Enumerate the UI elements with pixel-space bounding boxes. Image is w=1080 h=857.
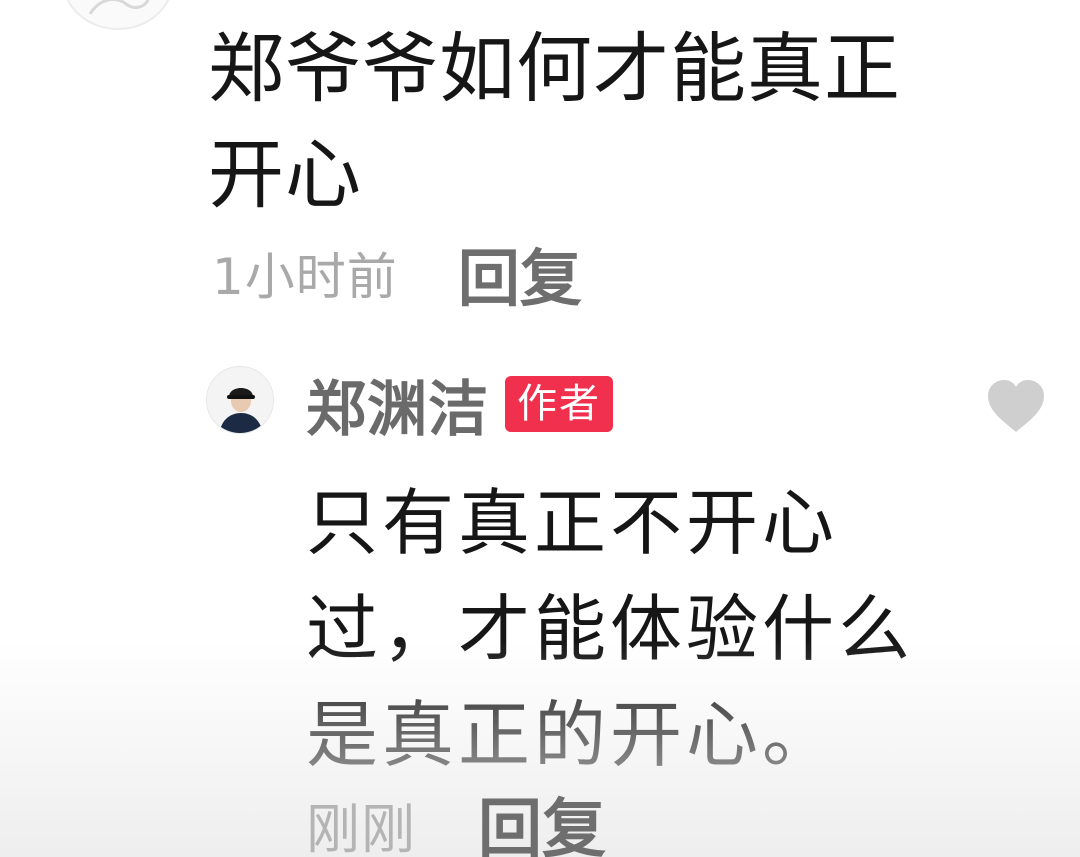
author-avatar[interactable] xyxy=(206,366,274,434)
author-avatar-icon xyxy=(207,367,273,433)
comment-meta: 1小时前 回复 xyxy=(212,238,582,315)
comment-thread: 郑爷爷如何才能真正开心 1小时前 回复 郑渊洁 作者 只有真正不开心过，才能体验… xyxy=(0,0,1080,857)
comment-text: 郑爷爷如何才能真正开心 xyxy=(208,24,901,219)
heart-icon[interactable] xyxy=(984,376,1048,436)
reply-author-row: 郑渊洁 作者 xyxy=(306,364,613,445)
doodle-icon xyxy=(88,0,150,15)
reply-meta: 刚刚 回复 xyxy=(306,786,606,857)
commenter-avatar[interactable] xyxy=(62,0,174,30)
comment-reply-button[interactable]: 回复 xyxy=(458,228,582,318)
reply-time: 刚刚 xyxy=(306,797,416,857)
comment-time: 1小时前 xyxy=(212,248,398,306)
author-name[interactable]: 郑渊洁 xyxy=(306,361,489,448)
reply-text: 只有真正不开心过，才能体验什么是真正的开心。 xyxy=(306,481,915,777)
reply-reply-button[interactable]: 回复 xyxy=(478,778,606,857)
author-badge: 作者 xyxy=(505,376,613,432)
